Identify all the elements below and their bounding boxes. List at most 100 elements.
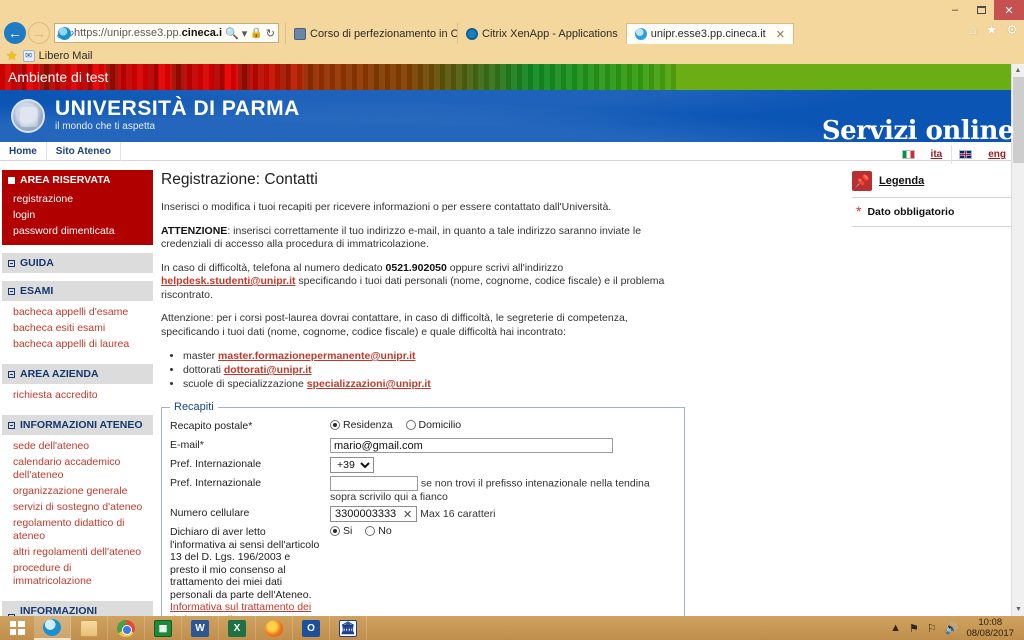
radio-domicilio[interactable]: Domicilio: [405, 419, 461, 431]
sidebar-item-richiesta-accredito[interactable]: richiesta accredito: [2, 387, 153, 403]
forward-arrow-icon[interactable]: →: [28, 22, 50, 44]
numero-cellulare-input-wrap[interactable]: ✕: [330, 506, 418, 522]
taskbar-microsoft-word[interactable]: W: [182, 616, 219, 640]
dottorati-email-link[interactable]: dottorati@unipr.it: [224, 364, 312, 376]
maximize-button[interactable]: [968, 0, 994, 20]
address-bar[interactable]: https://unipr.esse3.pp.cineca.it/Address…: [54, 23, 279, 43]
show-hidden-icons-icon[interactable]: ▲: [890, 622, 901, 634]
radio-consenso-si[interactable]: Si: [330, 525, 352, 537]
sidebar-item-bacheca-appelli-laurea[interactable]: bacheca appelli di laurea: [2, 336, 153, 352]
expand-icon: [8, 259, 15, 267]
tab-unipr-esse3[interactable]: unipr.esse3.pp.cineca.it ✕: [625, 23, 794, 44]
scrollbar-thumb[interactable]: [1013, 77, 1024, 163]
page-scrollbar[interactable]: ▲ ▼: [1011, 64, 1024, 616]
taskbar-microsoft-outlook[interactable]: O: [293, 616, 330, 640]
tab-label: Citrix XenApp - Applications: [482, 27, 618, 40]
clock-time: 10:08: [978, 617, 1003, 628]
prefisso-select[interactable]: +39: [330, 457, 374, 473]
taskbar-mozilla-firefox[interactable]: [256, 616, 293, 640]
language-switcher: ita eng: [901, 145, 1016, 164]
helpdesk-email-link[interactable]: helpdesk.studenti@unipr.it: [161, 275, 296, 287]
scroll-up-icon[interactable]: ▲: [1012, 64, 1024, 77]
field-row-consenso: Dichiaro di aver letto l'informativa ai …: [170, 525, 676, 616]
postgrad-text: Attenzione: per i corsi post-laurea dovr…: [161, 312, 628, 338]
numero-cellulare-field[interactable]: [333, 507, 401, 521]
sidebar-header-label: INFORMAZIONI ATENEO: [20, 419, 143, 431]
tab-citrix-xenapp[interactable]: Citrix XenApp - Applications: [457, 23, 626, 44]
specializzazioni-email-link[interactable]: specializzazioni@unipr.it: [307, 378, 431, 390]
favorite-libero-mail[interactable]: ✉ Libero Mail: [22, 49, 92, 62]
sidebar-item-sede-ateneo[interactable]: sede dell'ateneo: [2, 438, 153, 454]
sidebar-header-esami[interactable]: ESAMI: [2, 281, 153, 301]
sidebar-header-informazioni-ateneo[interactable]: INFORMAZIONI ATENEO: [2, 415, 153, 435]
radio-consenso-no[interactable]: No: [365, 525, 392, 537]
list-item: master master.formazionepermanente@unipr…: [183, 349, 834, 363]
taskbar-clock[interactable]: 10:08 08/08/2017: [966, 617, 1018, 639]
master-email-link[interactable]: master.formazionepermanente@unipr.it: [218, 350, 416, 362]
sidebar-header-informazioni-studente[interactable]: INFORMAZIONI STUDENTE: [2, 601, 153, 616]
main-content: Registrazione: Contatti Inserisci o modi…: [155, 161, 844, 616]
taskbar-google-chrome[interactable]: [108, 616, 145, 640]
english-flag-icon: [959, 150, 973, 159]
taskbar-microsoft-excel[interactable]: X: [219, 616, 256, 640]
legend-header: 📌 Legenda: [852, 171, 1012, 198]
close-tab-icon[interactable]: ✕: [776, 28, 785, 41]
chevron-down-icon[interactable]: ▾: [242, 27, 248, 40]
nav-item-home[interactable]: Home: [0, 141, 47, 161]
sidebar-item-regolamento-didattico[interactable]: regolamento didattico di ateneo: [2, 515, 153, 544]
search-icon[interactable]: 🔍: [225, 27, 239, 40]
expand-icon: [8, 421, 15, 429]
tab-corso-perfezionamento[interactable]: Corso di perfezionamento in C...: [285, 23, 457, 44]
sidebar-item-registrazione[interactable]: registrazione: [2, 191, 153, 207]
word-icon: W: [191, 619, 209, 637]
sidebar-item-password-dimenticata[interactable]: password dimenticata: [2, 223, 153, 239]
sidebar-item-servizi-sostegno[interactable]: servizi di sostegno d'ateneo: [2, 499, 153, 515]
sidebar-header-guida[interactable]: GUIDA: [2, 253, 153, 273]
expand-icon: [8, 287, 15, 295]
favorites-star-icon[interactable]: ★: [6, 48, 18, 64]
radio-residenza[interactable]: Residenza: [330, 419, 393, 431]
sidebar-item-altri-regolamenti[interactable]: altri regolamenti dell'ateneo: [2, 544, 153, 560]
email-field[interactable]: [330, 438, 613, 453]
scroll-down-icon[interactable]: ▼: [1012, 603, 1024, 616]
taskbar-calculator[interactable]: ▦: [145, 616, 182, 640]
settings-gear-icon[interactable]: ⚙: [1006, 22, 1018, 38]
sidebar-list-esami: bacheca appelli d'esame bacheca esiti es…: [2, 301, 153, 356]
taskbar-internet-explorer[interactable]: [34, 616, 71, 640]
informativa-privacy-link[interactable]: Informativa sul trattamento dei dati per…: [170, 601, 311, 616]
university-tagline: il mondo che ti aspetta: [55, 121, 156, 132]
taskbar-university-app[interactable]: 🏛: [330, 616, 367, 640]
clear-x-icon[interactable]: ✕: [401, 508, 414, 521]
favorites-star-icon[interactable]: ★: [986, 22, 998, 38]
action-center-icon[interactable]: ⚐: [927, 622, 937, 635]
italian-flag-icon: [901, 150, 915, 159]
sidebar-item-calendario-accademico[interactable]: calendario accademico dell'ateneo: [2, 454, 153, 483]
lang-ita[interactable]: ita: [922, 145, 953, 164]
refresh-icon[interactable]: ↻: [266, 27, 275, 40]
home-icon[interactable]: ⌂: [969, 22, 977, 38]
nav-item-sito-ateneo[interactable]: Sito Ateneo: [47, 141, 121, 161]
windows-start-icon[interactable]: [0, 616, 34, 640]
network-icon[interactable]: ⚑: [909, 622, 919, 635]
radio-icon: [365, 526, 376, 536]
close-window-button[interactable]: ✕: [994, 0, 1024, 20]
sidebar-item-procedure-immatricolazione[interactable]: procedure di immatricolazione: [2, 560, 153, 589]
servizi-online-title: Servizi online: [821, 116, 1015, 142]
sidebar-header-area-riservata[interactable]: AREA RISERVATA: [2, 170, 153, 190]
sidebar-block-informazioni-ateneo: INFORMAZIONI ATENEO sede dell'ateneo cal…: [2, 415, 153, 593]
consenso-declaration: Dichiaro di aver letto l'informativa ai …: [170, 526, 322, 616]
sidebar-item-bacheca-appelli-esame[interactable]: bacheca appelli d'esame: [2, 304, 153, 320]
test-environment-label: Ambiente di test: [8, 69, 109, 85]
field-row-prefisso-manuale: Pref. Internazionale se non trovi il pre…: [170, 476, 676, 503]
sidebar-item-bacheca-esiti-esami[interactable]: bacheca esiti esami: [2, 320, 153, 336]
back-arrow-icon[interactable]: ←: [4, 22, 26, 44]
prefisso-manuale-field[interactable]: [330, 476, 418, 491]
volume-muted-icon[interactable]: 🔊: [945, 622, 959, 635]
taskbar-file-explorer[interactable]: [71, 616, 108, 640]
sidebar-item-login[interactable]: login: [2, 207, 153, 223]
minimize-button[interactable]: [942, 0, 968, 20]
tab-strip: Corso di perfezionamento in C... Citrix …: [285, 22, 794, 44]
sidebar-header-area-azienda[interactable]: AREA AZIENDA: [2, 364, 153, 384]
folder-icon: [80, 619, 98, 637]
sidebar-item-organizzazione-generale[interactable]: organizzazione generale: [2, 483, 153, 499]
